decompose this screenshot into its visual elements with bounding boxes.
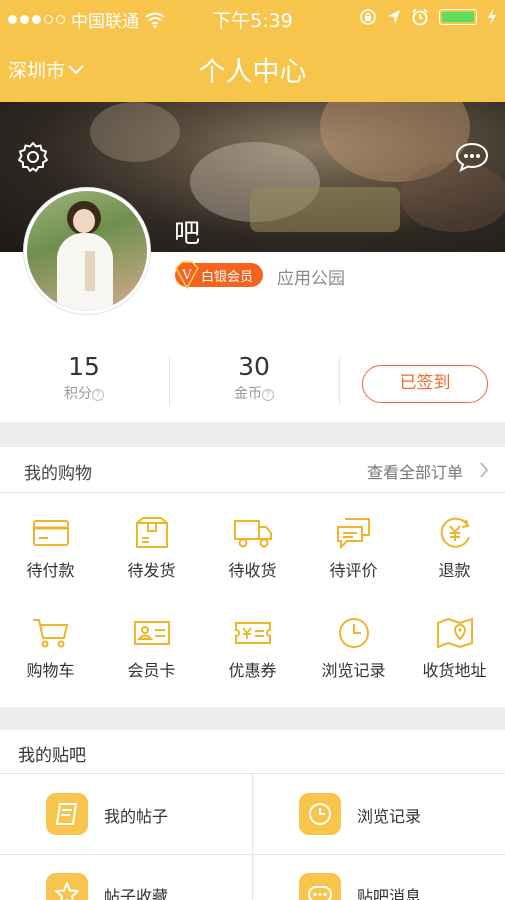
tieba-messages[interactable]: 贴吧消息 bbox=[253, 854, 505, 900]
member-level-label: 白银会员 bbox=[201, 269, 254, 285]
clock-icon bbox=[338, 618, 369, 648]
coins-stat[interactable]: 30 金币? bbox=[170, 352, 338, 403]
tieba-browse-history[interactable]: 浏览记录 bbox=[253, 774, 505, 854]
post-icon bbox=[55, 803, 78, 825]
section-gap bbox=[0, 422, 505, 447]
section-gap bbox=[0, 707, 505, 730]
message-icon bbox=[308, 886, 332, 900]
map-pin-icon bbox=[436, 617, 473, 649]
avatar-image bbox=[27, 191, 147, 311]
tieba-label: 我的帖子 bbox=[104, 807, 169, 826]
shopping-cart[interactable]: 购物车 bbox=[0, 617, 101, 681]
member-card[interactable]: 会员卡 bbox=[101, 617, 202, 681]
stats-row: 15 积分? 30 金币? 已签到 bbox=[0, 352, 505, 412]
battery-icon bbox=[439, 9, 477, 25]
chevron-right-icon[interactable] bbox=[479, 462, 489, 478]
order-pending-shipment[interactable]: 待发货 bbox=[101, 517, 202, 581]
tieba-label: 帖子收藏 bbox=[104, 887, 169, 900]
view-all-orders-link[interactable]: 查看全部订单 bbox=[367, 459, 463, 483]
coupon-icon bbox=[234, 622, 271, 644]
yen-refund-icon bbox=[440, 517, 470, 548]
post-icon-box bbox=[46, 793, 88, 835]
message-icon-box bbox=[299, 873, 341, 900]
order-pending-payment[interactable]: 待付款 bbox=[0, 517, 101, 581]
settings-gear-icon[interactable] bbox=[16, 140, 50, 174]
user-tag: 应用公园 bbox=[277, 269, 345, 289]
points-value: 15 bbox=[68, 352, 100, 381]
grid-label: 待发货 bbox=[127, 561, 176, 580]
star-icon-box bbox=[46, 873, 88, 900]
location-icon bbox=[388, 10, 400, 24]
coins-label: 金币 bbox=[234, 386, 262, 402]
card-icon bbox=[32, 520, 69, 546]
grid-label: 退款 bbox=[438, 561, 471, 580]
grid-label: 会员卡 bbox=[127, 661, 176, 680]
grid-label: 待评价 bbox=[329, 561, 378, 580]
points-stat[interactable]: 15 积分? bbox=[0, 352, 168, 403]
divider bbox=[339, 358, 340, 406]
shipping-address[interactable]: 收货地址 bbox=[404, 617, 505, 681]
member-v-letter: V bbox=[181, 268, 192, 283]
member-card-icon bbox=[133, 621, 170, 645]
help-icon[interactable]: ? bbox=[262, 389, 274, 401]
truck-icon bbox=[233, 520, 272, 548]
coins-value: 30 bbox=[238, 352, 270, 381]
comment-icon bbox=[336, 518, 370, 549]
order-pending-receipt[interactable]: 待收货 bbox=[202, 517, 303, 581]
grid-label: 优惠券 bbox=[228, 661, 277, 680]
package-icon bbox=[135, 517, 168, 548]
coupons[interactable]: 优惠券 bbox=[202, 617, 303, 681]
post-favorites[interactable]: 帖子收藏 bbox=[0, 854, 252, 900]
user-name: 吧 bbox=[174, 219, 201, 249]
tieba-label: 贴吧消息 bbox=[357, 887, 422, 900]
tieba-header: 我的贴吧 bbox=[0, 730, 505, 774]
shopping-title: 我的购物 bbox=[24, 464, 92, 484]
page-title: 个人中心 bbox=[198, 57, 307, 88]
status-bar: 中国联通 下午5:39 bbox=[0, 0, 505, 36]
avatar[interactable] bbox=[24, 188, 150, 314]
grid-label: 待收货 bbox=[228, 561, 277, 580]
clock-icon-box bbox=[299, 793, 341, 835]
order-refund[interactable]: 退款 bbox=[404, 517, 505, 581]
diamond-v-icon: V bbox=[175, 261, 199, 290]
points-label: 积分 bbox=[64, 386, 92, 402]
shopping-grid: 待付款 待发货 待收货 待评价 退款 购物车 会员卡 优惠券 浏览记录 收货地址 bbox=[0, 493, 505, 707]
order-pending-review[interactable]: 待评价 bbox=[303, 517, 404, 581]
checkin-button[interactable]: 已签到 bbox=[362, 365, 488, 403]
rotation-lock-icon bbox=[360, 9, 376, 25]
grid-label: 待付款 bbox=[26, 561, 75, 580]
grid-label: 购物车 bbox=[26, 661, 75, 680]
my-posts[interactable]: 我的帖子 bbox=[0, 774, 252, 854]
message-icon[interactable] bbox=[455, 142, 489, 172]
help-icon[interactable]: ? bbox=[92, 389, 104, 401]
tieba-title: 我的贴吧 bbox=[18, 746, 86, 766]
alarm-icon bbox=[412, 8, 428, 26]
top-bar: 中国联通 下午5:39 深圳市 个人中心 bbox=[0, 0, 505, 102]
tieba-grid: 我的帖子 浏览记录 帖子收藏 贴吧消息 bbox=[0, 774, 505, 900]
star-icon bbox=[55, 882, 79, 900]
grid-label: 收货地址 bbox=[422, 661, 487, 680]
cart-icon bbox=[32, 619, 68, 648]
tieba-label: 浏览记录 bbox=[357, 807, 422, 826]
shopping-header: 我的购物 查看全部订单 bbox=[0, 447, 505, 493]
browse-history[interactable]: 浏览记录 bbox=[303, 617, 404, 681]
charging-icon bbox=[488, 9, 496, 25]
member-level-badge[interactable]: V 白银会员 bbox=[175, 261, 263, 290]
clock-icon bbox=[309, 803, 331, 825]
grid-label: 浏览记录 bbox=[321, 661, 386, 680]
